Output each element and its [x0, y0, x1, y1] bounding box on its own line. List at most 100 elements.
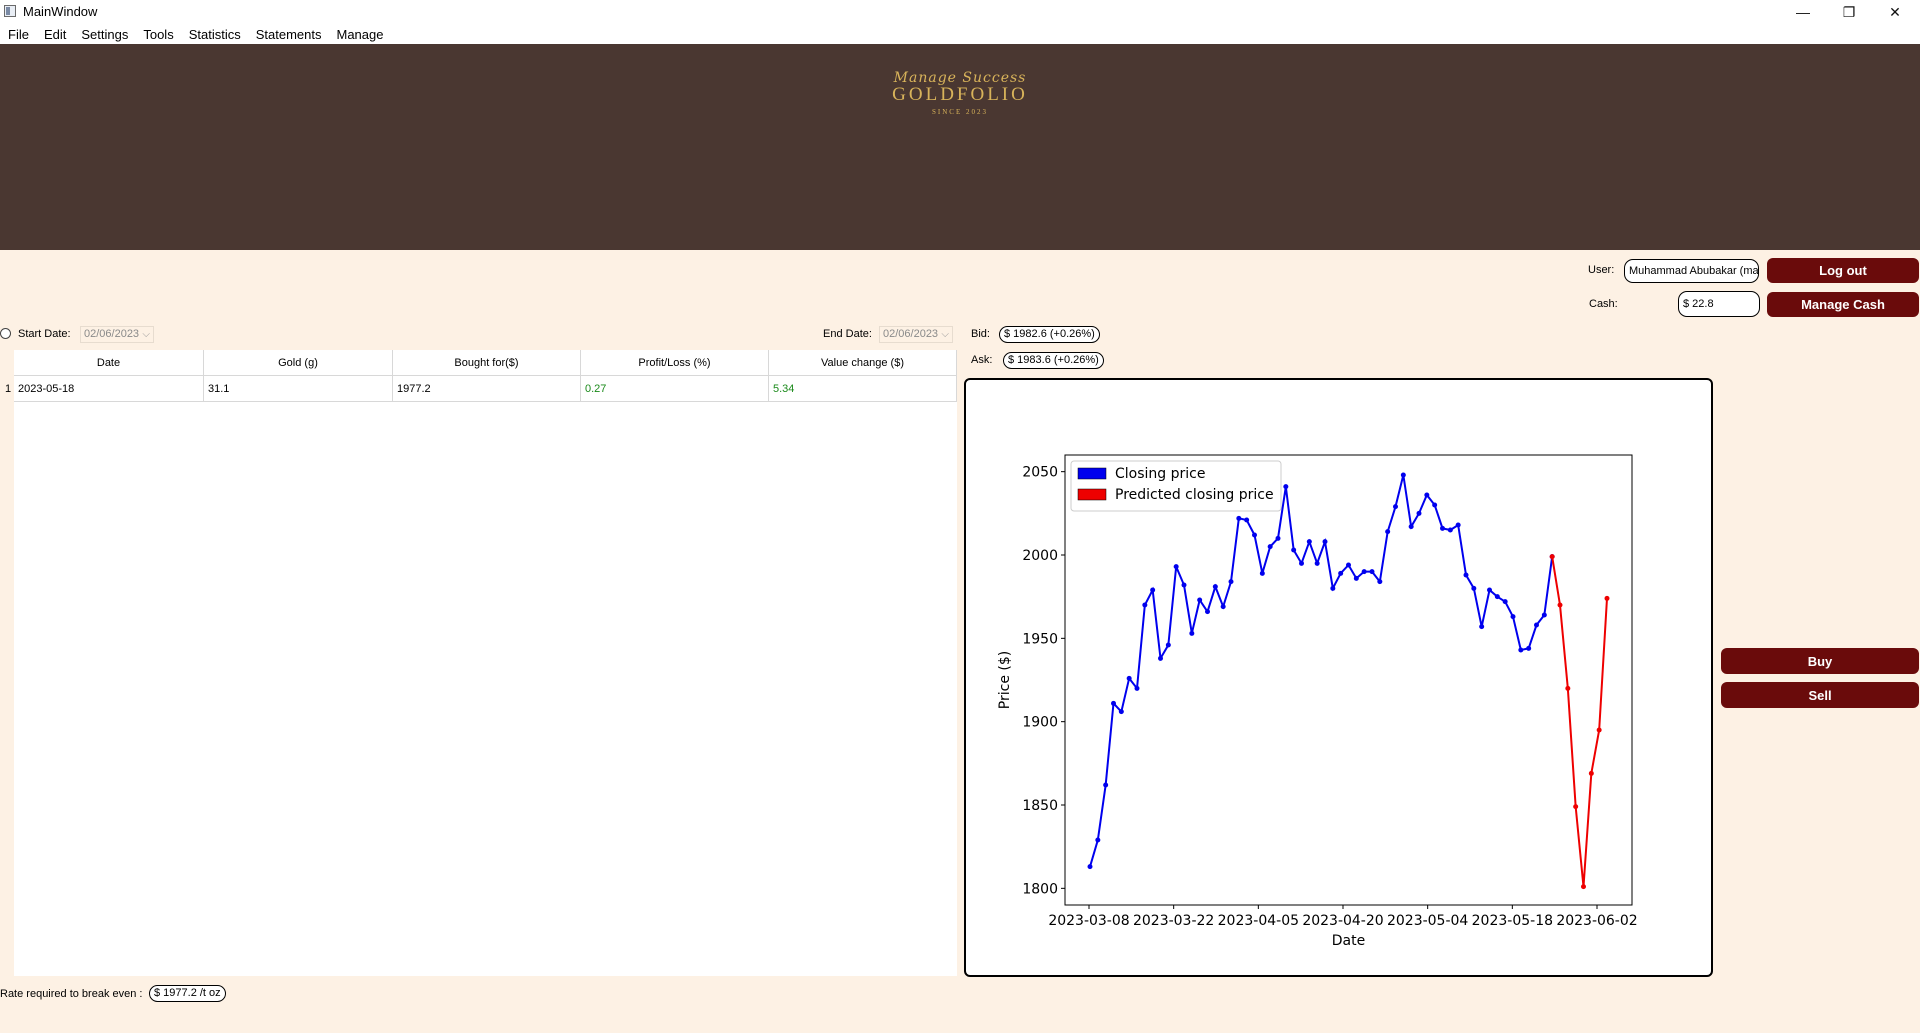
column-header-profit[interactable]: Profit/Loss (%)	[581, 350, 769, 376]
manage-cash-button[interactable]: Manage Cash	[1767, 292, 1919, 317]
closing-price-point	[1361, 569, 1367, 575]
menu-statements[interactable]: Statements	[248, 24, 329, 44]
x-tick-label: 2023-05-04	[1387, 913, 1468, 929]
legend-label-predicted: Predicted closing price	[1115, 487, 1274, 503]
column-header-gold[interactable]: Gold (g)	[204, 350, 393, 376]
closing-price-point	[1346, 562, 1351, 568]
plot-area	[1064, 454, 1633, 906]
closing-price-point	[1455, 522, 1461, 528]
closing-price-point	[1330, 585, 1336, 591]
closing-price-point	[1416, 510, 1422, 516]
closing-price-point	[1259, 570, 1265, 576]
column-header-date[interactable]: Date	[14, 350, 204, 376]
sell-button[interactable]: Sell	[1721, 682, 1919, 708]
closing-price-point	[1494, 594, 1500, 600]
y-axis-label: Price ($)	[997, 651, 1013, 709]
cash-label: Cash:	[1589, 298, 1618, 310]
closing-price-point	[1228, 579, 1234, 585]
closing-price-point	[1471, 585, 1477, 591]
x-tick-label: 2023-05-18	[1472, 913, 1553, 929]
goldfolio-logo: Manage Success GOLDFOLIO SINCE 2023	[840, 70, 1080, 150]
closing-price-point	[1408, 524, 1414, 530]
table-cell-date[interactable]: 2023-05-18	[14, 376, 204, 402]
closing-price-point	[1244, 517, 1250, 523]
closing-price-point	[1369, 569, 1375, 575]
closing-price-point	[1134, 685, 1140, 691]
start-date-picker[interactable]: 02/06/2023 ⌵	[80, 326, 154, 343]
bid-value: $ 1982.6 (+0.26%)	[999, 326, 1100, 343]
predicted-price-point	[1588, 770, 1594, 776]
table-cell-bought[interactable]: 1977.2	[393, 376, 581, 402]
closing-price-point	[1432, 502, 1438, 508]
x-axis-label: Date	[1332, 933, 1365, 949]
closing-price-point	[1440, 525, 1445, 531]
buy-button[interactable]: Buy	[1721, 648, 1919, 674]
chevron-down-icon: ⌵	[941, 329, 949, 340]
chevron-down-icon: ⌵	[142, 329, 150, 340]
x-tick-label: 2023-03-22	[1133, 913, 1214, 929]
closing-price-point	[1299, 560, 1304, 566]
menu-file[interactable]: File	[0, 24, 36, 44]
menu-statistics[interactable]: Statistics	[181, 24, 248, 44]
y-tick-label: 1850	[1022, 798, 1058, 814]
closing-price-point	[1150, 587, 1156, 593]
table-cell-value-change[interactable]: 5.34	[769, 376, 957, 402]
holdings-table	[0, 350, 957, 976]
menu-edit[interactable]: Edit	[36, 24, 73, 44]
ask-label: Ask:	[971, 354, 993, 366]
x-tick-label: 2023-04-05	[1218, 913, 1299, 929]
app-icon	[4, 5, 16, 17]
predicted-price-point	[1573, 804, 1579, 810]
row-index: 1	[5, 383, 12, 395]
closing-price-point	[1111, 700, 1116, 706]
closing-price-point	[1385, 529, 1391, 535]
restore-button[interactable]: ❐	[1826, 0, 1872, 24]
y-tick-label: 1950	[1022, 631, 1058, 647]
y-tick-label: 2000	[1022, 548, 1058, 564]
ask-value: $ 1983.6 (+0.26%)	[1003, 352, 1104, 369]
logout-button[interactable]: Log out	[1767, 258, 1919, 283]
close-button[interactable]: ✕	[1872, 0, 1918, 24]
table-row-header	[0, 350, 14, 976]
closing-price-point	[1534, 622, 1539, 628]
closing-price-point	[1252, 532, 1257, 538]
y-tick-label: 1900	[1022, 715, 1058, 731]
x-tick-label: 2023-04-20	[1302, 913, 1383, 929]
y-tick-label: 1800	[1022, 881, 1058, 897]
predicted-price-point	[1596, 727, 1602, 733]
start-date-radio[interactable]	[0, 328, 11, 339]
closing-price-point	[1212, 584, 1218, 590]
x-tick-label: 2023-06-02	[1556, 913, 1637, 929]
logo-since: SINCE 2023	[932, 108, 988, 116]
menu-settings[interactable]: Settings	[73, 24, 135, 44]
closing-price-point	[1463, 572, 1469, 578]
user-field[interactable]: Muhammad Abubakar (ma)	[1624, 259, 1759, 283]
cash-field[interactable]: $ 22.8	[1678, 291, 1760, 317]
start-date-value: 02/06/2023	[84, 328, 140, 340]
table-cell-profit[interactable]: 0.27	[581, 376, 769, 402]
minimize-button[interactable]: —	[1780, 0, 1826, 24]
closing-price-point	[1087, 864, 1093, 870]
predicted-price-point	[1565, 685, 1571, 691]
closing-price-point	[1306, 539, 1312, 545]
bid-label: Bid:	[971, 328, 990, 340]
menu-bar: File Edit Settings Tools Statistics Stat…	[0, 24, 1920, 44]
menu-tools[interactable]: Tools	[135, 24, 180, 44]
menu-manage[interactable]: Manage	[328, 24, 390, 44]
end-date-picker[interactable]: 02/06/2023 ⌵	[879, 326, 953, 343]
column-header-value-change[interactable]: Value change ($)	[769, 350, 957, 376]
logo-name: GOLDFOLIO	[892, 84, 1028, 105]
column-header-bought[interactable]: Bought for($)	[393, 350, 581, 376]
predicted-price-point	[1604, 595, 1610, 601]
closing-price-point	[1283, 484, 1289, 490]
closing-price-point	[1181, 582, 1187, 588]
closing-price-point	[1189, 630, 1195, 636]
closing-price-point	[1165, 642, 1171, 648]
closing-price-point	[1487, 587, 1492, 593]
closing-price-point	[1126, 675, 1132, 681]
closing-price-point	[1220, 604, 1226, 610]
table-cell-gold[interactable]: 31.1	[204, 376, 393, 402]
closing-price-point	[1118, 709, 1124, 715]
closing-price-point	[1338, 570, 1344, 576]
legend-swatch-predicted	[1077, 488, 1107, 501]
